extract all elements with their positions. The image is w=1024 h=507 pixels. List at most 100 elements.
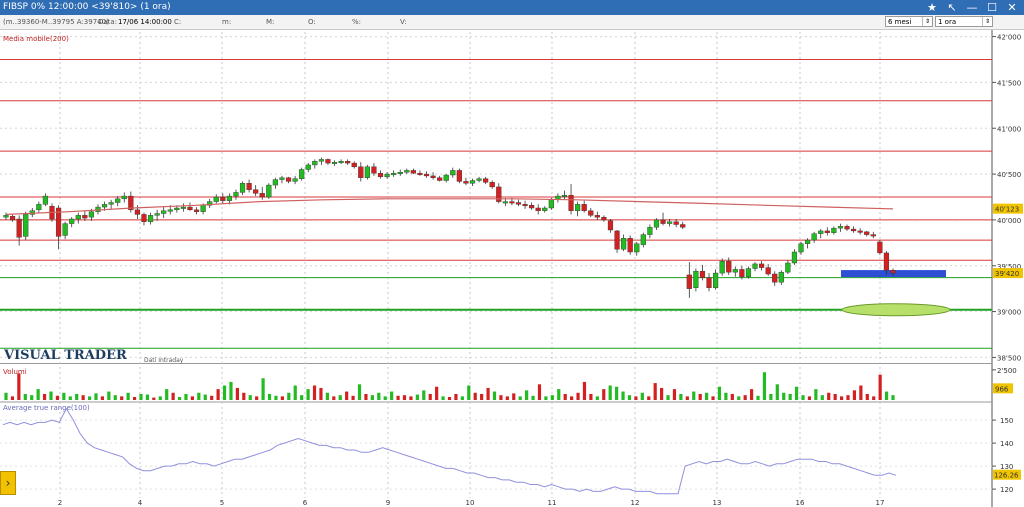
close-icon[interactable]: ✕: [1004, 0, 1020, 15]
candle-body: [167, 209, 173, 212]
candle-body: [423, 173, 430, 177]
candle-body: [785, 262, 791, 273]
volume-bar: [839, 396, 844, 400]
volume-bar: [525, 390, 529, 400]
candle-body: [476, 178, 482, 181]
candle-body: [758, 263, 765, 268]
candle-body: [36, 204, 42, 211]
x-tick-label: 6: [303, 499, 308, 507]
candle-body: [312, 161, 318, 166]
volume-bar: [615, 386, 619, 400]
volume-bar: [428, 393, 432, 400]
candle-body: [818, 230, 824, 234]
volume-bar: [582, 381, 587, 400]
candle-body: [108, 202, 114, 205]
volume-bar: [563, 393, 567, 400]
volume-bar: [107, 391, 111, 400]
volume-label: Volumi: [3, 368, 27, 376]
volume-bar: [608, 385, 612, 400]
volume-bar: [113, 395, 117, 400]
atr-tick-label: 140: [1000, 440, 1013, 448]
volume-bar: [242, 392, 246, 400]
volume-bar: [364, 393, 368, 400]
volume-bar: [55, 395, 60, 400]
candle-body: [220, 196, 226, 201]
volume-bar: [415, 394, 419, 400]
x-tick-label: 11: [548, 499, 557, 507]
candle-body: [377, 172, 384, 178]
candle-body: [285, 177, 292, 182]
candle-body: [180, 206, 187, 209]
volume-bar: [357, 384, 362, 400]
volume-bar: [467, 385, 471, 400]
volume-bar: [499, 395, 503, 400]
atr-label: Average true range(100): [3, 404, 90, 412]
volume-bar: [441, 396, 445, 400]
volume-bar: [190, 396, 194, 400]
candle-body: [371, 166, 377, 174]
period-select[interactable]: 6 mesi ⇕: [885, 16, 933, 27]
candle-body: [837, 226, 844, 229]
minimize-icon[interactable]: —: [964, 0, 980, 15]
volume-bar: [769, 393, 773, 400]
candle-body: [213, 196, 219, 202]
volume-bar: [422, 390, 426, 400]
volume-bar: [492, 391, 497, 400]
candle-body: [686, 274, 692, 289]
volume-tick-label: 2'500: [997, 367, 1017, 375]
candle-body: [870, 234, 876, 237]
x-tick-label: 16: [796, 499, 805, 507]
chart-area[interactable]: 2 4 5 6 9 10 11 12 13 16 17 42'000 41'500 41'000 40'50…: [0, 0, 1024, 507]
volume-bar: [602, 389, 606, 400]
candle-body: [364, 166, 370, 178]
x-tick-label: 12: [631, 499, 640, 507]
candle-body: [844, 226, 850, 230]
volume-bar: [280, 396, 284, 400]
volume-bar: [621, 391, 625, 400]
volume-bar: [743, 395, 747, 400]
volume-bar: [653, 383, 657, 400]
title-bar: FIBSP 0% 12:00:00 <39'810> (1 ora) ★ ↖ —…: [0, 0, 1024, 15]
volume-bar: [640, 392, 644, 400]
candle-body: [673, 221, 679, 225]
volume-bar: [10, 396, 15, 400]
volume-bar: [512, 393, 516, 400]
maximize-icon[interactable]: ☐: [984, 0, 1000, 15]
candle-body: [594, 215, 600, 218]
candle-body: [75, 215, 81, 220]
volume-bar: [737, 396, 741, 400]
candle-body: [450, 170, 456, 176]
volume-bar: [807, 396, 812, 400]
cursor-icon[interactable]: ↖: [944, 0, 960, 15]
volume-bar: [126, 392, 130, 400]
candle-body: [824, 230, 830, 233]
volume-bar: [550, 395, 554, 400]
chevron-updown-icon: ⇕: [922, 17, 932, 26]
candle-body: [318, 159, 324, 162]
candle-body: [601, 216, 607, 221]
volume-bar: [782, 392, 786, 400]
candle-body: [456, 170, 462, 182]
volume-bar: [480, 393, 484, 400]
volume-bar: [724, 392, 728, 400]
volume-bar: [846, 395, 850, 400]
star-icon[interactable]: ★: [924, 0, 940, 15]
x-tick-label: 13: [713, 499, 722, 507]
candle-body: [765, 267, 771, 275]
volume-bar: [570, 396, 574, 400]
volume-bar: [756, 395, 760, 400]
volume-bar: [396, 395, 400, 400]
volume-bar: [293, 385, 297, 400]
volume-bar: [859, 385, 863, 400]
volume-bar: [248, 395, 252, 400]
expand-panel-button[interactable]: ›: [0, 471, 16, 495]
volume-bar: [332, 396, 336, 400]
x-tick-label: 10: [466, 499, 475, 507]
candle-body: [607, 220, 614, 231]
interval-select[interactable]: 1 ora ⇕: [935, 16, 993, 27]
volume-bar: [435, 386, 439, 400]
volume-bar: [165, 389, 169, 400]
candle-body: [568, 194, 574, 211]
candle-body: [548, 199, 554, 209]
candle-body: [246, 183, 252, 190]
